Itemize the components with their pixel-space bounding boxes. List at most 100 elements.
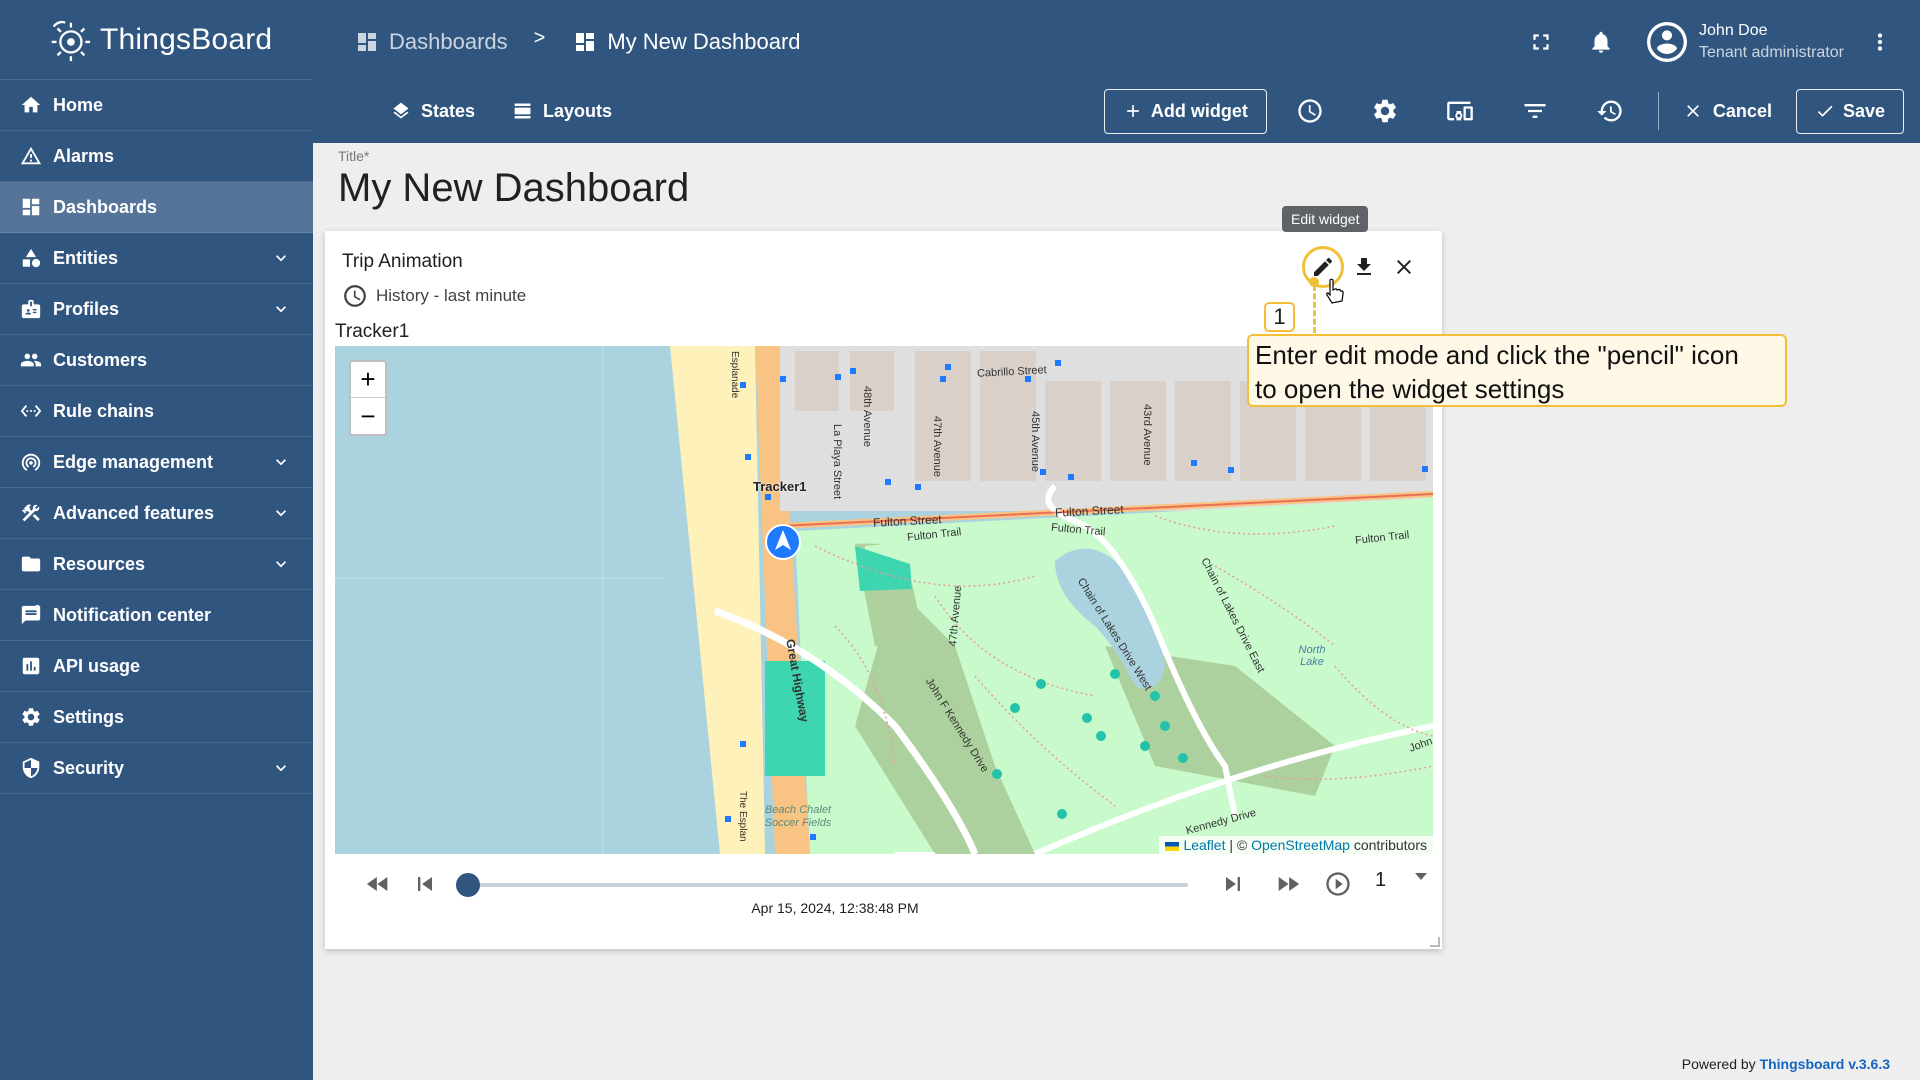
- sidebar-item-label: Resources: [53, 553, 146, 574]
- sidebar-item-label: Settings: [53, 706, 125, 727]
- user-info: John Doe Tenant administrator: [1699, 20, 1844, 64]
- sidebar-item-notification-center[interactable]: Notification center: [0, 590, 313, 641]
- sidebar-item-customers[interactable]: Customers: [0, 335, 313, 386]
- thingsboard-logo-icon: [51, 20, 91, 61]
- playback-timestamp: Apr 15, 2024, 12:38:48 PM: [751, 900, 919, 916]
- widget-timewindow[interactable]: History - last minute: [342, 283, 526, 309]
- cancel-button[interactable]: Cancel: [1669, 89, 1786, 134]
- map-view[interactable]: + − Tracker1 Cabrillo Street Fulton Stre…: [335, 346, 1433, 854]
- fast-rewind-button[interactable]: [360, 866, 396, 902]
- bell-icon: [1592, 31, 1610, 53]
- callout-line-2: to open the widget settings: [1255, 374, 1565, 404]
- map-street-label: 47th Avenue: [931, 416, 943, 477]
- breadcrumb-parent-label: Dashboards: [389, 29, 508, 54]
- osm-link[interactable]: OpenStreetMap: [1251, 837, 1350, 853]
- sidebar-item-resources[interactable]: Resources: [0, 539, 313, 590]
- speed-select[interactable]: 1: [1375, 869, 1386, 892]
- people-icon: [20, 349, 42, 371]
- zoom-in-button[interactable]: +: [351, 362, 385, 398]
- dashboard-title-input[interactable]: My New Dashboard: [338, 166, 689, 211]
- sidebar-item-rule-chains[interactable]: Rule chains: [0, 386, 313, 437]
- notifications-button[interactable]: [1577, 18, 1625, 66]
- attribution-suffix: contributors: [1349, 837, 1427, 853]
- view-day-icon: [514, 103, 531, 119]
- edit-widget-tooltip: Edit widget: [1282, 206, 1369, 232]
- leaflet-link[interactable]: Leaflet: [1183, 837, 1225, 853]
- fast-rewind-icon: [366, 877, 388, 891]
- fullscreen-button[interactable]: [1517, 18, 1565, 66]
- sidebar-item-profiles[interactable]: Profiles: [0, 284, 313, 335]
- avatar: [1647, 22, 1688, 62]
- chevron-down-icon: [271, 299, 291, 319]
- play-circle-icon: [1326, 872, 1350, 896]
- close-icon: [1687, 105, 1699, 117]
- sidebar-item-advanced-features[interactable]: Advanced features: [0, 488, 313, 539]
- breadcrumb-current-label: My New Dashboard: [607, 29, 801, 54]
- states-label: States: [421, 100, 476, 121]
- sidebar-item-settings[interactable]: Settings: [0, 692, 313, 743]
- toolbar-left: States Layouts: [377, 89, 626, 133]
- sidebar-item-home[interactable]: Home: [0, 80, 313, 131]
- construction-icon: [20, 502, 42, 524]
- skip-previous-button[interactable]: [407, 866, 443, 902]
- breadcrumb-dashboards[interactable]: Dashboards: [355, 29, 508, 55]
- sidebar-item-edge-management[interactable]: Edge management: [0, 437, 313, 488]
- timeline-slider-thumb[interactable]: [456, 873, 480, 897]
- sidebar-item-entities[interactable]: Entities: [0, 233, 313, 284]
- dropdown-arrow-icon[interactable]: [1415, 873, 1427, 880]
- layouts-button[interactable]: Layouts: [499, 89, 626, 133]
- timeline-track[interactable]: [468, 883, 1188, 887]
- widget-actions: [1302, 246, 1424, 288]
- sidebar-item-label: Home: [53, 94, 104, 115]
- sidebar-item-label: Rule chains: [53, 400, 155, 421]
- sidebar-item-label: API usage: [53, 655, 141, 676]
- save-button[interactable]: Save: [1795, 88, 1904, 134]
- warning-icon: [20, 145, 42, 167]
- clock-icon: [344, 285, 366, 307]
- states-button[interactable]: States: [377, 89, 489, 133]
- resize-handle[interactable]: [1430, 937, 1440, 947]
- skip-next-button[interactable]: [1215, 866, 1251, 902]
- history-icon: [1597, 100, 1623, 122]
- dashboard-settings-button[interactable]: [1348, 89, 1423, 134]
- clock-icon: [1298, 99, 1323, 123]
- map-tiles: [335, 346, 1433, 854]
- dashboard-icon: [358, 33, 376, 51]
- export-widget-button[interactable]: [1344, 247, 1384, 287]
- more-menu-button[interactable]: [1856, 18, 1904, 66]
- fullscreen-icon: [1533, 34, 1549, 50]
- badge-icon: [20, 298, 42, 320]
- sidebar-item-label: Notification center: [53, 604, 212, 625]
- home-icon: [20, 94, 42, 116]
- version-history-button[interactable]: [1573, 89, 1648, 134]
- sidebar-item-security[interactable]: Security: [0, 743, 313, 794]
- sidebar-item-label: Edge management: [53, 451, 214, 472]
- breadcrumb: Dashboards > My New Dashboard: [355, 22, 801, 62]
- timewindow-button[interactable]: [1273, 89, 1348, 134]
- sidebar-item-label: Alarms: [53, 145, 115, 166]
- sidebar-item-dashboards[interactable]: Dashboards: [0, 182, 313, 233]
- play-button[interactable]: [1320, 866, 1356, 902]
- user-menu[interactable]: John Doe Tenant administrator: [1647, 20, 1844, 64]
- sidebar-menu: Home Alarms Dashboards Entities Profiles…: [0, 80, 313, 794]
- download-icon: [1357, 258, 1371, 275]
- sidebar-item-api-usage[interactable]: API usage: [0, 641, 313, 692]
- version-link[interactable]: Thingsboard v.3.6.3: [1760, 1056, 1890, 1072]
- fast-forward-button[interactable]: [1270, 866, 1306, 902]
- filters-button[interactable]: [1498, 89, 1573, 134]
- zoom-control: + −: [349, 360, 387, 436]
- account-circle-icon: [1650, 25, 1684, 59]
- add-widget-button[interactable]: Add widget: [1103, 88, 1267, 134]
- sidebar-item-label: Customers: [53, 349, 148, 370]
- app-logo[interactable]: ThingsBoard: [0, 0, 313, 80]
- check-icon: [1817, 105, 1833, 117]
- sidebar-item-alarms[interactable]: Alarms: [0, 131, 313, 182]
- dashboard-icon: [20, 196, 42, 218]
- sidebar-item-label: Advanced features: [53, 502, 215, 523]
- gear-icon: [1374, 99, 1397, 123]
- layout-settings-button[interactable]: [1423, 89, 1498, 134]
- remove-widget-button[interactable]: [1384, 247, 1424, 287]
- zoom-out-button[interactable]: −: [351, 398, 385, 434]
- plus-icon: [1127, 105, 1139, 117]
- save-label: Save: [1842, 100, 1885, 121]
